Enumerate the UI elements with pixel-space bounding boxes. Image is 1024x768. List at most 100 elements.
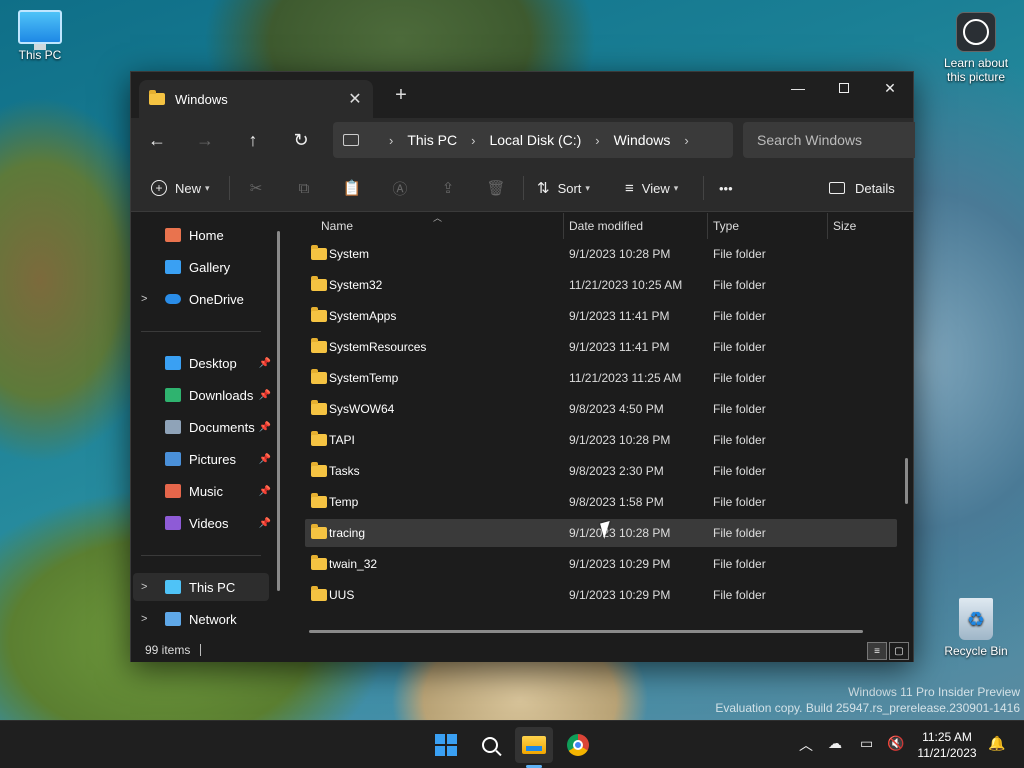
folder-icon: [311, 369, 327, 384]
table-row[interactable]: System32 11/21/2023 10:25 AM File folder: [305, 271, 897, 299]
table-row[interactable]: SystemResources 9/1/2023 11:41 PM File f…: [305, 333, 897, 361]
column-divider[interactable]: [707, 213, 708, 239]
windows-logo-icon: [435, 734, 457, 756]
nav-divider: [141, 555, 261, 556]
details-pane-icon: [829, 182, 845, 194]
more-options-button[interactable]: •••: [719, 174, 733, 202]
file-name: tracing: [329, 526, 366, 540]
view-button[interactable]: ≡ View ▾: [625, 174, 678, 202]
file-date: 11/21/2023 11:25 AM: [569, 371, 682, 385]
sidebar-item-gallery[interactable]: Gallery: [133, 253, 269, 281]
taskbar-chrome[interactable]: [559, 727, 597, 763]
table-row[interactable]: System 9/1/2023 10:28 PM File folder: [305, 240, 897, 268]
refresh-button[interactable]: ↻: [285, 126, 317, 154]
system-clock[interactable]: 11:25 AM 11/21/2023: [912, 729, 982, 761]
expand-chevron-icon[interactable]: >: [141, 293, 155, 305]
desktop-icon-learn-about-picture[interactable]: Learn about this picture: [934, 12, 1018, 84]
chevron-right-icon[interactable]: ›: [389, 133, 393, 148]
details-view-button[interactable]: ≡: [867, 642, 887, 660]
column-header-type[interactable]: Type: [713, 219, 739, 233]
horizontal-scrollbar[interactable]: [309, 630, 863, 633]
sidebar-item-documents[interactable]: Documents 📌: [133, 413, 271, 441]
title-bar[interactable]: Windows ✕ + — ✕: [131, 72, 913, 118]
table-row[interactable]: SystemApps 9/1/2023 11:41 PM File folder: [305, 302, 897, 330]
expand-chevron-icon[interactable]: >: [141, 613, 155, 625]
sidebar-item-videos[interactable]: Videos 📌: [133, 509, 271, 537]
large-icons-view-button[interactable]: ▢: [889, 642, 909, 660]
breadcrumb[interactable]: › This PC › Local Disk (C:) › Windows ›: [333, 122, 733, 158]
column-header-name[interactable]: Name: [321, 219, 353, 233]
network-disconnected-icon[interactable]: ☁: [828, 735, 842, 752]
table-row[interactable]: TAPI 9/1/2023 10:28 PM File folder: [305, 426, 897, 454]
sidebar-item-music[interactable]: Music 📌: [133, 477, 271, 505]
sidebar-item-this-pc[interactable]: > This PC: [133, 573, 269, 601]
chevron-right-icon[interactable]: ›: [684, 133, 688, 148]
delete-icon[interactable]: 🗑: [484, 176, 508, 200]
chevron-right-icon[interactable]: ›: [471, 133, 475, 148]
breadcrumb-this-pc[interactable]: This PC: [407, 132, 457, 148]
new-button[interactable]: + New ▾: [151, 174, 210, 202]
column-header-size[interactable]: Size: [833, 219, 856, 233]
back-button[interactable]: ←: [141, 126, 173, 154]
rename-icon[interactable]: Ⓐ: [388, 176, 412, 200]
paste-icon[interactable]: 📋: [340, 176, 364, 200]
close-tab-button[interactable]: ✕: [343, 89, 367, 109]
close-window-button[interactable]: ✕: [867, 72, 913, 104]
taskbar-file-explorer[interactable]: [515, 727, 553, 763]
sidebar-item-home[interactable]: Home: [133, 221, 269, 249]
desktop-icon-recycle-bin[interactable]: ♻ Recycle Bin: [936, 598, 1016, 658]
nav-scrollbar[interactable]: [277, 231, 280, 591]
desktop-icon-this-pc[interactable]: This PC: [0, 10, 80, 62]
table-row[interactable]: twain_32 9/1/2023 10:29 PM File folder: [305, 550, 897, 578]
table-row[interactable]: UUS 9/1/2023 10:29 PM File folder: [305, 581, 897, 609]
file-name: System32: [329, 278, 383, 292]
display-icon[interactable]: ▭: [860, 735, 873, 752]
column-divider[interactable]: [827, 213, 828, 239]
forward-button[interactable]: →: [189, 126, 221, 154]
table-row[interactable]: SysWOW64 9/8/2023 4:50 PM File folder: [305, 395, 897, 423]
sidebar-item-desktop[interactable]: Desktop 📌: [133, 349, 271, 377]
details-pane-button[interactable]: Details: [829, 174, 895, 202]
table-row[interactable]: SystemTemp 11/21/2023 11:25 AM File fold…: [305, 364, 897, 392]
picture-icon: [165, 452, 181, 466]
file-explorer-window: Windows ✕ + — ✕ ← → ↑ ↻ › This PC › Loca…: [130, 71, 915, 662]
file-type: File folder: [713, 340, 766, 354]
share-icon[interactable]: ⇪: [436, 176, 460, 200]
vertical-scrollbar[interactable]: [905, 458, 908, 504]
up-button[interactable]: ↑: [237, 126, 269, 154]
sidebar-item-network[interactable]: > Network: [133, 605, 269, 633]
expand-chevron-icon[interactable]: >: [141, 581, 155, 593]
table-row[interactable]: Tasks 9/8/2023 2:30 PM File folder: [305, 457, 897, 485]
column-header-date[interactable]: Date modified: [569, 219, 643, 233]
sort-button[interactable]: ⇅ Sort ▾: [537, 174, 590, 202]
maximize-button[interactable]: [821, 72, 867, 104]
minimize-button[interactable]: —: [775, 72, 821, 104]
volume-muted-icon[interactable]: 🔇: [887, 735, 904, 752]
copy-icon[interactable]: ⧉: [292, 176, 316, 200]
tab-windows[interactable]: Windows ✕: [139, 80, 373, 118]
document-icon: [165, 420, 181, 434]
sidebar-item-onedrive[interactable]: > OneDrive: [133, 285, 269, 313]
folder-icon: [311, 338, 327, 353]
search-input[interactable]: Search Windows: [743, 122, 915, 158]
sidebar-item-label: Network: [189, 611, 237, 627]
taskbar-search-button[interactable]: [471, 727, 509, 763]
breadcrumb-local-disk[interactable]: Local Disk (C:): [489, 132, 581, 148]
sidebar-item-downloads[interactable]: Downloads 📌: [133, 381, 271, 409]
watermark-line: Windows 11 Pro Insider Preview: [848, 685, 1020, 699]
status-divider: [200, 644, 202, 656]
sidebar-item-pictures[interactable]: Pictures 📌: [133, 445, 271, 473]
camera-info-icon: [956, 12, 996, 52]
start-button[interactable]: [427, 727, 465, 763]
chevron-right-icon[interactable]: ›: [595, 133, 599, 148]
table-row[interactable]: Temp 9/8/2023 1:58 PM File folder: [305, 488, 897, 516]
notification-bell-icon[interactable]: 🔔: [988, 735, 1005, 752]
cloud-icon: [165, 294, 181, 304]
column-divider[interactable]: [563, 213, 564, 239]
new-tab-button[interactable]: +: [389, 84, 413, 107]
folder-icon: [149, 90, 165, 105]
show-hidden-icons-button[interactable]: ︿: [799, 735, 813, 755]
file-type: File folder: [713, 433, 766, 447]
cut-icon[interactable]: ✂: [244, 176, 268, 200]
breadcrumb-windows[interactable]: Windows: [614, 132, 671, 148]
